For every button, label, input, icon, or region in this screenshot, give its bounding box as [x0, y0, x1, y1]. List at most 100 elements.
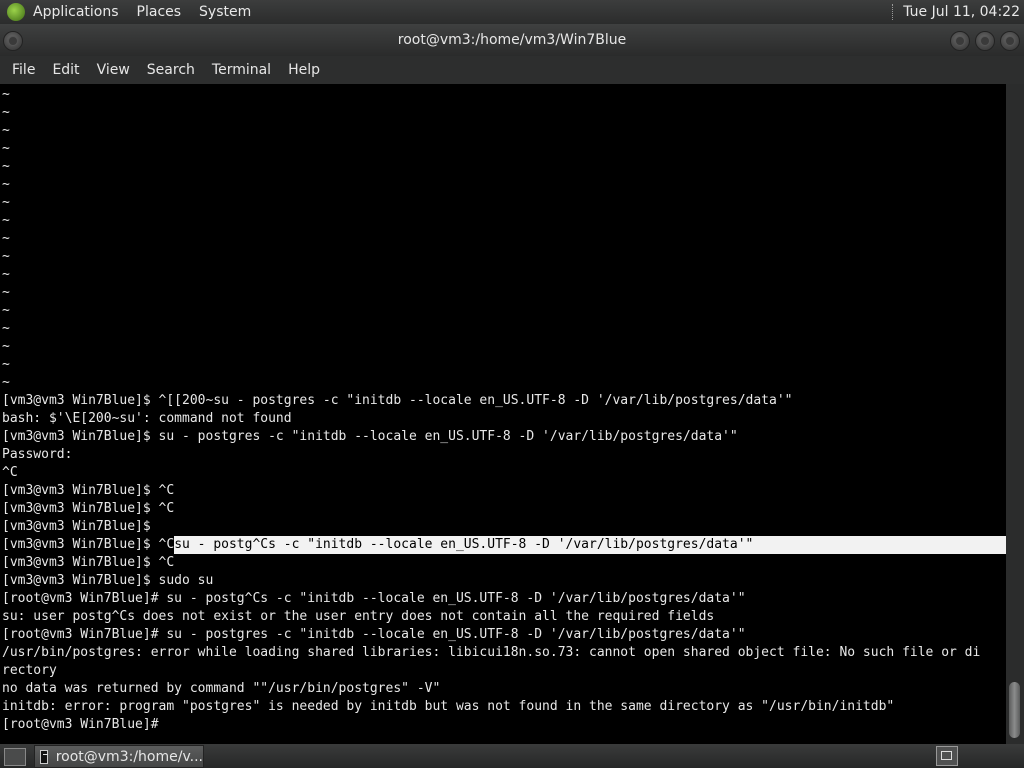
taskbar-terminal-label: root@vm3:/home/v... — [55, 748, 203, 765]
terminal-line-text: ~ — [2, 123, 10, 138]
terminal-line-text: [vm3@vm3 Win7Blue]$ ^C — [2, 555, 175, 570]
terminal-line: ~ — [2, 356, 1004, 374]
terminal-menubar: File Edit View Search Terminal Help — [0, 56, 1024, 84]
terminal-screen[interactable]: ~ ~ ~ ~ ~ ~ ~ ~ ~ ~ ~ ~ ~ ~ ~ ~ ~ [vm3@vm3 Win7Blue]$ ^[[… — [0, 84, 1006, 744]
terminal-line: ~ — [2, 230, 1004, 248]
terminal-line: [vm3@vm3 Win7Blue]$ ^[[200~su - postgres… — [2, 392, 1004, 410]
terminal-output: ~ ~ ~ ~ ~ ~ ~ ~ ~ ~ ~ ~ ~ ~ ~ ~ ~ [vm3@vm3 Win7Blue]$ ^[[… — [2, 86, 1006, 734]
window-menu-icon[interactable] — [3, 31, 23, 51]
terminal-line: [root@vm3 Win7Blue]# su - postgres -c "i… — [2, 626, 1004, 644]
terminal-line-text: ~ — [2, 267, 10, 282]
terminal-line-text: ~ — [2, 375, 10, 390]
menu-view[interactable]: View — [95, 62, 132, 78]
terminal-line-text: su: user postg^Cs does not exist or the … — [2, 609, 715, 624]
terminal-line-text: [vm3@vm3 Win7Blue]$ — [2, 519, 159, 534]
terminal-line: ~ — [2, 320, 1004, 338]
terminal-line: /usr/bin/postgres: error while loading s… — [2, 644, 1004, 662]
terminal-line-text: ~ — [2, 87, 10, 102]
terminal-line-text: ~ — [2, 105, 10, 120]
terminal-line: Password: — [2, 446, 1004, 464]
panel-menu-applications[interactable]: Applications — [33, 4, 119, 20]
terminal-line-text: [root@vm3 Win7Blue]# su - postgres -c "i… — [2, 627, 746, 642]
terminal-line-text: [vm3@vm3 Win7Blue]$ ^C — [2, 483, 175, 498]
terminal-line: ~ — [2, 338, 1004, 356]
menu-help[interactable]: Help — [286, 62, 322, 78]
terminal-line: ~ — [2, 248, 1004, 266]
terminal-scrollbar[interactable] — [1006, 84, 1024, 744]
scrollbar-thumb[interactable] — [1009, 682, 1020, 738]
terminal-line: ~ — [2, 212, 1004, 230]
terminal-line-text: ~ — [2, 249, 10, 264]
minimize-button[interactable] — [950, 31, 970, 51]
menu-edit[interactable]: Edit — [50, 62, 81, 78]
terminal-line: [vm3@vm3 Win7Blue]$ ^C — [2, 482, 1004, 500]
terminal-line-text: [vm3@vm3 Win7Blue]$ ^[[200~su - postgres… — [2, 393, 793, 408]
menu-terminal[interactable]: Terminal — [210, 62, 273, 78]
panel-menu-places[interactable]: Places — [137, 4, 182, 20]
terminal-line-text: bash: $'\E[200~su': command not found — [2, 411, 292, 426]
terminal-line: [vm3@vm3 Win7Blue]$ ^Csu - postg^Cs -c "… — [2, 536, 1006, 554]
terminal-line-text: ~ — [2, 321, 10, 336]
terminal-line-text: ~ — [2, 213, 10, 228]
terminal-line: ~ — [2, 176, 1004, 194]
terminal-line: [vm3@vm3 Win7Blue]$ ^C — [2, 554, 1004, 572]
panel-clock[interactable]: Tue Jul 11, 04:22 — [903, 4, 1020, 20]
maximize-button[interactable] — [975, 31, 995, 51]
window-titlebar[interactable]: root@vm3:/home/vm3/Win7Blue — [0, 24, 1024, 56]
terminal-line: no data was returned by command ""/usr/b… — [2, 680, 1004, 698]
terminal-line-text: [root@vm3 Win7Blue]# — [2, 717, 167, 732]
terminal-line: ^C — [2, 464, 1004, 482]
terminal-line-text: ~ — [2, 303, 10, 318]
terminal-line: ~ — [2, 266, 1004, 284]
terminal-line: [vm3@vm3 Win7Blue]$ su - postgres -c "in… — [2, 428, 1004, 446]
terminal-line-text: /usr/bin/postgres: error while loading s… — [2, 645, 981, 660]
terminal-line: [vm3@vm3 Win7Blue]$ sudo su — [2, 572, 1004, 590]
terminal-line-text: ~ — [2, 231, 10, 246]
panel-menu-system[interactable]: System — [199, 4, 251, 20]
terminal-line-text: ^C — [2, 465, 18, 480]
terminal-line: ~ — [2, 140, 1004, 158]
terminal-line-text: [vm3@vm3 Win7Blue]$ su - postgres -c "in… — [2, 429, 738, 444]
taskbar-terminal-button[interactable]: root@vm3:/home/v... — [34, 745, 204, 768]
terminal-line: [root@vm3 Win7Blue]# su - postg^Cs -c "i… — [2, 590, 1004, 608]
terminal-line-text: ~ — [2, 357, 10, 372]
panel-separator — [892, 4, 895, 20]
distro-logo-icon[interactable] — [7, 3, 25, 21]
terminal-line-text: ~ — [2, 195, 10, 210]
terminal-line: [vm3@vm3 Win7Blue]$ — [2, 518, 1004, 536]
window-title: root@vm3:/home/vm3/Win7Blue — [397, 32, 627, 48]
terminal-line: bash: $'\E[200~su': command not found — [2, 410, 1004, 428]
menu-search[interactable]: Search — [145, 62, 197, 78]
terminal-line-text: no data was returned by command ""/usr/b… — [2, 681, 441, 696]
terminal-line-text: ~ — [2, 285, 10, 300]
terminal-line: ~ — [2, 158, 1004, 176]
terminal-line: ~ — [2, 194, 1004, 212]
menu-file[interactable]: File — [10, 62, 37, 78]
terminal-line-text: ~ — [2, 177, 10, 192]
terminal-line: su: user postg^Cs does not exist or the … — [2, 608, 1004, 626]
selected-text[interactable]: su - postg^Cs -c "initdb --locale en_US.… — [174, 536, 1006, 554]
terminal-line: ~ — [2, 284, 1004, 302]
terminal-line-text: initdb: error: program "postgres" is nee… — [2, 699, 895, 714]
terminal-line-text: [vm3@vm3 Win7Blue]$ sudo su — [2, 573, 214, 588]
workspace-switcher-icon[interactable] — [936, 746, 958, 766]
terminal-line-text: rectory — [2, 663, 57, 678]
terminal-line-text: Password: — [2, 447, 73, 462]
terminal-line: ~ — [2, 302, 1004, 320]
terminal-line-text: ~ — [2, 339, 10, 354]
terminal-line: [root@vm3 Win7Blue]# — [2, 716, 1004, 734]
terminal-line-text: ~ — [2, 159, 10, 174]
bottom-panel: root@vm3:/home/v... — [0, 744, 1024, 768]
terminal-line: rectory — [2, 662, 1004, 680]
terminal-line: [vm3@vm3 Win7Blue]$ ^C — [2, 500, 1004, 518]
terminal-line: ~ — [2, 86, 1004, 104]
terminal-line-text: [vm3@vm3 Win7Blue]$ ^C — [2, 537, 175, 552]
terminal-line: ~ — [2, 122, 1004, 140]
terminal-line: ~ — [2, 104, 1004, 122]
top-panel: Applications Places System Tue Jul 11, 0… — [0, 0, 1024, 24]
show-desktop-icon[interactable] — [4, 748, 26, 766]
terminal-line: initdb: error: program "postgres" is nee… — [2, 698, 1004, 716]
terminal-icon — [40, 749, 48, 764]
terminal-line-text: [vm3@vm3 Win7Blue]$ ^C — [2, 501, 175, 516]
close-button[interactable] — [1000, 31, 1020, 51]
